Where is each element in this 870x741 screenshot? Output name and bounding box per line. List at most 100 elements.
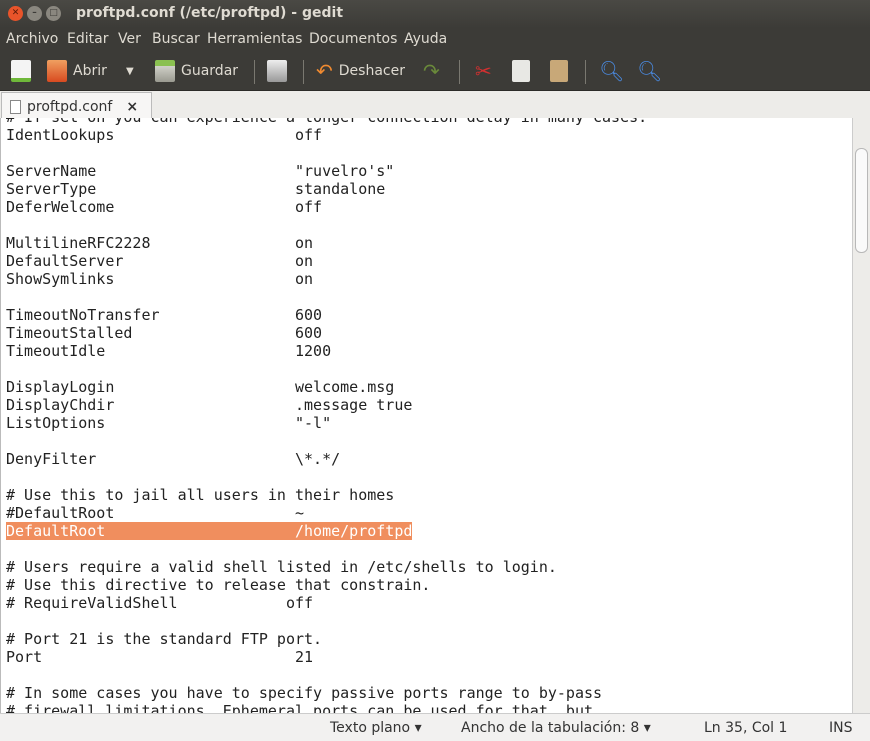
undo-button[interactable]: ↶ Deshacer [316, 58, 405, 84]
syntax-selector[interactable]: Texto plano ▾ [330, 720, 422, 736]
save-button[interactable]: Guardar [155, 58, 238, 84]
code-line: # Users require a valid shell listed in … [6, 558, 647, 576]
search-replace-icon: 🔍︎ [637, 59, 663, 83]
tab-proftpd-conf[interactable]: proftpd.conf × [1, 92, 152, 120]
separator [585, 60, 586, 84]
line-text: TimeoutStalled 600 [6, 324, 323, 342]
code-line: DisplayLogin welcome.msg [6, 378, 647, 396]
redo-icon: ↷ [423, 59, 440, 83]
line-text: TimeoutNoTransfer 600 [6, 306, 323, 324]
code-line: # In some cases you have to specify pass… [6, 684, 647, 702]
code-line: DefaultServer on [6, 252, 647, 270]
code-line: DisplayChdir .message true [6, 396, 647, 414]
undo-icon: ↶ [316, 59, 333, 83]
line-text: # Use this directive to release that con… [6, 576, 431, 594]
menu-bar: Archivo Editar Ver Buscar Herramientas D… [0, 28, 870, 52]
menu-ver[interactable]: Ver [118, 31, 141, 47]
code-line: TimeoutNoTransfer 600 [6, 306, 647, 324]
code-line: ServerName "ruvelro's" [6, 162, 647, 180]
open-folder-icon [47, 60, 67, 82]
code-line: MultilineRFC2228 on [6, 234, 647, 252]
line-text: DisplayChdir .message true [6, 396, 413, 414]
line-text: # Users require a valid shell listed in … [6, 558, 557, 576]
window-title: proftpd.conf (/etc/proftpd) - gedit [76, 5, 344, 21]
vertical-scrollbar[interactable] [852, 118, 870, 713]
print-button[interactable] [267, 58, 287, 84]
line-text: Port 21 [6, 648, 314, 666]
open-label: Abrir [73, 63, 107, 79]
line-text: TimeoutIdle 1200 [6, 342, 332, 360]
close-window-button[interactable]: ✕ [8, 6, 23, 21]
separator [303, 60, 304, 84]
menu-editar[interactable]: Editar [67, 31, 108, 47]
line-text: # In some cases you have to specify pass… [6, 684, 603, 702]
tab-bar: proftpd.conf × [0, 90, 870, 120]
save-icon [155, 60, 175, 82]
editor-lines: # If set on you can experience a longer … [6, 118, 647, 713]
code-line: # RequireValidShell off [6, 594, 647, 612]
printer-icon [267, 60, 287, 82]
code-line: TimeoutIdle 1200 [6, 342, 647, 360]
text-editor[interactable]: # If set on you can experience a longer … [0, 118, 852, 713]
copy-button[interactable] [512, 58, 530, 84]
menu-ayuda[interactable]: Ayuda [404, 31, 447, 47]
new-document-icon [11, 60, 31, 82]
line-text: # Port 21 is the standard FTP port. [6, 630, 323, 648]
code-line: #DefaultRoot ~ [6, 504, 647, 522]
code-line: # Port 21 is the standard FTP port. [6, 630, 647, 648]
code-line: DeferWelcome off [6, 198, 647, 216]
code-line: Port 21 [6, 648, 647, 666]
redo-button[interactable]: ↷ [423, 58, 440, 84]
line-text: #DefaultRoot ~ [6, 504, 305, 522]
line-text: ListOptions "-l" [6, 414, 332, 432]
code-line: # If set on you can experience a longer … [6, 118, 647, 126]
code-line: DenyFilter \*.*/ [6, 450, 647, 468]
line-text: IdentLookups off [6, 126, 323, 144]
code-line: # Use this directive to release that con… [6, 576, 647, 594]
open-recent-dropdown[interactable]: ▼ [126, 58, 134, 84]
line-text: # Use this to jail all users in their ho… [6, 486, 395, 504]
minimize-window-button[interactable]: – [27, 6, 42, 21]
code-line: # firewall limitations. Ephemeral ports … [6, 702, 647, 713]
chevron-down-icon: ▼ [126, 65, 134, 77]
paste-button[interactable] [550, 58, 568, 84]
scrollbar-thumb[interactable] [855, 148, 868, 253]
line-text: # If set on you can experience a longer … [6, 118, 647, 126]
code-line: ListOptions "-l" [6, 414, 647, 432]
menu-buscar[interactable]: Buscar [152, 31, 200, 47]
line-text: # firewall limitations. Ephemeral ports … [6, 702, 593, 713]
insert-mode: INS [829, 720, 853, 736]
line-text: DenyFilter \*.*/ [6, 450, 341, 468]
cursor-position: Ln 35, Col 1 [704, 720, 788, 736]
code-line: TimeoutStalled 600 [6, 324, 647, 342]
new-button[interactable] [11, 58, 31, 84]
line-text: ServerName "ruvelro's" [6, 162, 395, 180]
maximize-window-button[interactable]: □ [46, 6, 61, 21]
menu-documentos[interactable]: Documentos [309, 31, 397, 47]
copy-icon [512, 60, 530, 82]
tab-width-selector[interactable]: Ancho de la tabulación: 8 ▾ [461, 720, 651, 736]
code-line: DefaultRoot /home/proftpd [6, 522, 647, 540]
line-text: DeferWelcome off [6, 198, 323, 216]
replace-button[interactable]: 🔍︎ [637, 58, 662, 84]
open-button[interactable]: Abrir [47, 58, 107, 84]
paste-icon [550, 60, 568, 82]
search-button[interactable]: 🔍︎ [599, 58, 624, 84]
menu-herramientas[interactable]: Herramientas [207, 31, 302, 47]
menu-archivo[interactable]: Archivo [6, 31, 58, 47]
cut-button[interactable]: ✂ [475, 58, 492, 84]
line-text: ServerType standalone [6, 180, 386, 198]
document-icon [10, 99, 21, 114]
tab-close-icon[interactable]: × [126, 99, 138, 115]
search-icon: 🔍︎ [599, 59, 625, 83]
line-text: ShowSymlinks on [6, 270, 314, 288]
title-bar: ✕ – □ proftpd.conf (/etc/proftpd) - gedi… [0, 0, 870, 28]
